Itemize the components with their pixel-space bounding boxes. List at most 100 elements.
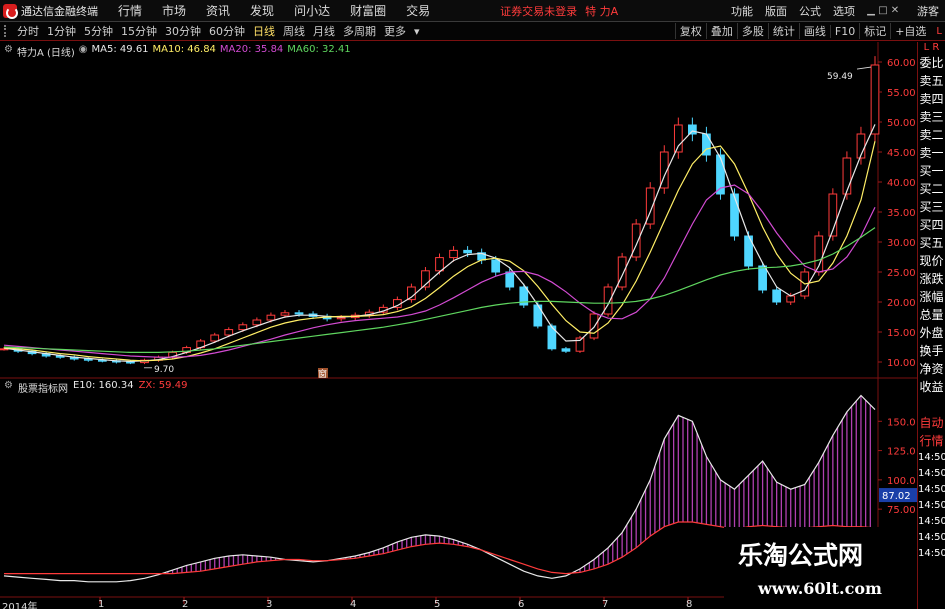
kline-chart[interactable]: 60.00 55.00 50.00 45.00 40.00 35.00 30.00 25.00… xyxy=(0,42,917,609)
menu-item-wenxiaoda[interactable]: 问小达 xyxy=(284,2,340,19)
quote-panel-item[interactable]: 涨幅 xyxy=(918,288,945,306)
date-tick-label: 3 xyxy=(266,599,272,609)
period-daily[interactable]: 日线 xyxy=(249,23,279,39)
period-more[interactable]: 更多 xyxy=(380,23,410,39)
quote-panel-item[interactable]: 涨跌 xyxy=(918,270,945,288)
quote-panel-item[interactable]: 换手 xyxy=(918,342,945,360)
period-15min[interactable]: 15分钟 xyxy=(117,23,161,39)
legend-gear-icon[interactable]: ⚙ xyxy=(4,44,13,59)
tool-biaoji[interactable]: 标记 xyxy=(859,23,890,39)
quote-panel-item[interactable]: 外盘 xyxy=(918,324,945,342)
period-weekly[interactable]: 周线 xyxy=(279,23,309,39)
tool-duogu[interactable]: 多股 xyxy=(736,23,768,39)
app-logo-icon xyxy=(3,3,18,19)
price-tick-label: 40.00 xyxy=(887,178,916,189)
candle-body xyxy=(449,249,458,259)
legend-ma20: MA20: 35.84 xyxy=(219,44,284,55)
tool-buttons: 复权 叠加 多股 统计 画线 F10 标记 +自选 L xyxy=(674,23,945,39)
quote-panel-item[interactable]: 卖二 xyxy=(918,126,945,144)
quote-panel-time: 14:50 xyxy=(918,452,945,463)
quote-panel-time: 14:50 xyxy=(918,484,945,495)
quote-panel-item[interactable]: 自动 xyxy=(918,414,945,432)
quote-panel-item[interactable]: 卖三 xyxy=(918,108,945,126)
tool-diejia[interactable]: 叠加 xyxy=(705,23,737,39)
quote-panel-item[interactable]: 买一 xyxy=(918,162,945,180)
quote-panel-item[interactable]: 买二 xyxy=(918,180,945,198)
low-price-label: 9.70 xyxy=(154,365,174,375)
legend-dot-icon: ◉ xyxy=(78,44,88,55)
quote-panel-item[interactable]: 卖四 xyxy=(918,90,945,108)
quote-panel-item[interactable]: 行情 xyxy=(918,432,945,450)
quote-panel-item[interactable]: 委比 xyxy=(918,54,945,72)
indicator-e10: E10: 160.34 xyxy=(72,380,134,391)
price-tick-label: 55.00 xyxy=(887,88,916,99)
period-5min[interactable]: 5分钟 xyxy=(80,23,117,39)
legend-stock-name: 特力A (日线) xyxy=(16,48,75,59)
quote-panel-item[interactable]: 现价 xyxy=(918,252,945,270)
menu-item-jiaoyi[interactable]: 交易 xyxy=(396,2,440,19)
indicator-tick-label: 125.0 xyxy=(887,447,916,458)
period-fenshi[interactable]: 分时 xyxy=(13,23,43,39)
header-stock-name: 特 力A xyxy=(585,4,619,18)
indicator-tick-label: 150.0 xyxy=(887,417,916,428)
menu-item-xuanxiang[interactable]: 选项 xyxy=(827,3,861,19)
high-arrow xyxy=(856,66,872,70)
quote-panel-items: 委比 卖五 卖四 卖三 卖二 卖一 买一 买二 买三 买四 买五 现价 涨跌 涨幅 总量 外盘 换手 净资 收益自动… xyxy=(918,54,945,562)
period-30min[interactable]: 30分钟 xyxy=(161,23,205,39)
watermark-title: 乐淘公式网 xyxy=(738,541,864,570)
guest-label[interactable]: 游客 xyxy=(917,3,939,19)
tool-f10[interactable]: F10 xyxy=(829,24,859,38)
candle-body xyxy=(224,329,234,336)
indicator-legend: ⚙ 股票指标网 E10: 160.34 ZX: 59.49 xyxy=(4,380,187,395)
candle-body xyxy=(126,361,135,364)
period-multi[interactable]: 多周期 xyxy=(339,23,380,39)
date-tick-label: 7 xyxy=(602,599,608,609)
window-controls: ▁ □ ✕ xyxy=(865,5,901,16)
quote-panel-head[interactable]: L R xyxy=(918,42,945,54)
period-toolbar: 分时 1分钟 5分钟 15分钟 30分钟 60分钟 日线 周线 月线 多周期 更… xyxy=(0,22,945,41)
quote-panel-item[interactable]: 买三 xyxy=(918,198,945,216)
indicator-name[interactable]: 股票指标网 xyxy=(18,380,68,395)
candle-body xyxy=(533,304,543,327)
date-axis-year: 2014年 xyxy=(2,602,38,609)
tool-tongji[interactable]: 统计 xyxy=(767,23,799,39)
menu-item-banmian[interactable]: 版面 xyxy=(759,3,793,19)
more-dropdown-icon[interactable]: ▾ xyxy=(410,25,424,38)
close-icon[interactable]: ✕ xyxy=(889,5,901,16)
quote-panel-item[interactable]: 净资 xyxy=(918,360,945,378)
quote-panel-item[interactable]: 买五 xyxy=(918,234,945,252)
period-60min[interactable]: 60分钟 xyxy=(205,23,249,39)
quote-panel-item[interactable]: 买四 xyxy=(918,216,945,234)
period-1min[interactable]: 1分钟 xyxy=(43,23,80,39)
menu-item-gongshi[interactable]: 公式 xyxy=(793,3,827,19)
price-tick-label: 50.00 xyxy=(887,118,916,129)
indicator-gear-icon[interactable]: ⚙ xyxy=(4,380,13,395)
tool-huaxian[interactable]: 画线 xyxy=(798,23,830,39)
period-monthly[interactable]: 月线 xyxy=(309,23,339,39)
quote-panel-item[interactable]: 总量 xyxy=(918,306,945,324)
maximize-icon[interactable]: □ xyxy=(877,5,889,16)
candle-body xyxy=(673,124,683,153)
quote-panel-item[interactable]: 卖五 xyxy=(918,72,945,90)
tool-zixuan[interactable]: +自选 xyxy=(890,23,930,39)
menu-item-zixun[interactable]: 资讯 xyxy=(196,2,240,19)
toolbar-grip-icon[interactable] xyxy=(4,25,10,37)
candle-body xyxy=(688,124,697,135)
candle-body xyxy=(210,334,220,342)
menu-item-gongneng[interactable]: 功能 xyxy=(725,3,759,19)
menu-item-caifuquan[interactable]: 财富圈 xyxy=(340,2,396,19)
candle-body xyxy=(294,312,304,315)
quote-panel-item[interactable]: 卖一 xyxy=(918,144,945,162)
quote-panel-item[interactable]: 收益 xyxy=(918,378,945,396)
menu-item-shichang[interactable]: 市场 xyxy=(152,2,196,19)
login-warning[interactable]: 证券交易未登录 xyxy=(500,3,577,19)
menu-item-faxian[interactable]: 发现 xyxy=(240,2,284,19)
gap-marker-label: 窗 xyxy=(318,368,327,380)
quote-panel-item[interactable] xyxy=(918,396,945,414)
tool-fuquan[interactable]: 复权 xyxy=(674,23,706,39)
price-tick-label: 35.00 xyxy=(887,208,916,219)
menu-item-hangqing[interactable]: 行情 xyxy=(108,2,152,19)
price-tick-label: 15.00 xyxy=(887,328,916,339)
quote-panel-time: 14:50 xyxy=(918,532,945,543)
minimize-icon[interactable]: ▁ xyxy=(865,5,877,16)
